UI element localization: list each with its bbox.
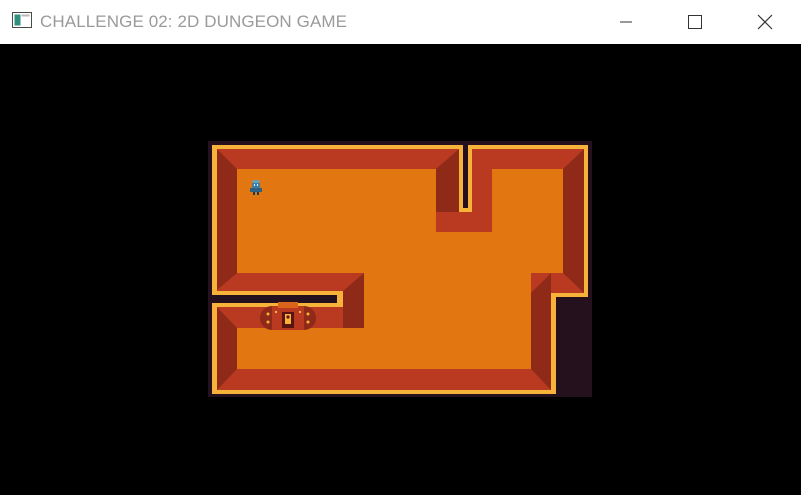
title-bar[interactable]: CHALLENGE 02: 2D DUNGEON GAME	[0, 0, 801, 44]
game-viewport[interactable]	[0, 44, 801, 495]
minimize-button[interactable]	[603, 0, 649, 44]
maximize-icon	[688, 15, 702, 29]
minimize-icon	[620, 21, 632, 23]
game-window-icon	[12, 12, 32, 28]
game-window: CHALLENGE 02: 2D DUNGEON GAME	[0, 0, 801, 495]
window-title: CHALLENGE 02: 2D DUNGEON GAME	[40, 12, 348, 31]
dungeon-map	[208, 141, 592, 397]
maximize-button[interactable]	[672, 0, 718, 44]
close-icon	[757, 14, 773, 30]
close-button[interactable]	[742, 0, 788, 44]
dungeon-floor	[237, 169, 563, 369]
